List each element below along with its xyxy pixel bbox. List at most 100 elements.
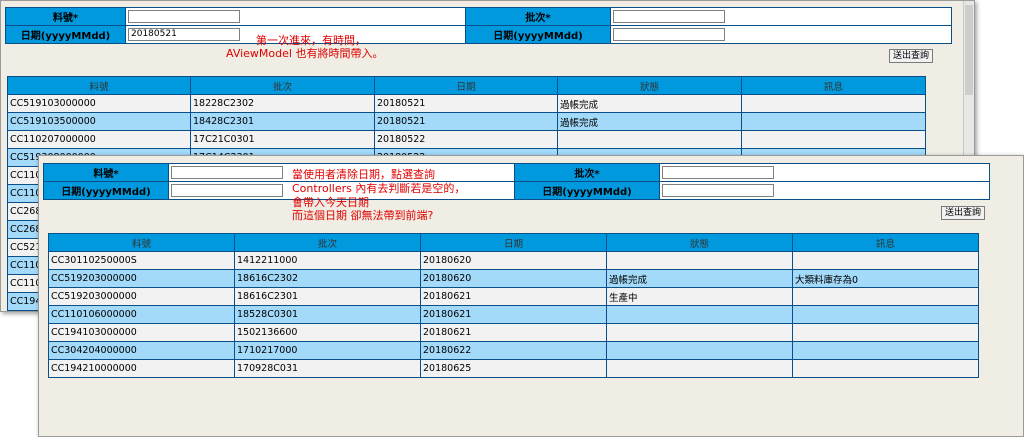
material-cell: CC519103500000 <box>7 112 191 131</box>
status-cell: 過帳完成 <box>606 269 793 288</box>
date-input[interactable]: 20180521 <box>128 28 240 41</box>
batch-cell: 1412211000 <box>234 251 421 270</box>
table-row[interactable]: CC519103500000 18428C2301 20180521 過帳完成 <box>7 112 926 131</box>
message-cell: 大類料庫存為0 <box>792 269 979 288</box>
column-header-date[interactable]: 日期 <box>374 76 558 95</box>
batch-cell: 18428C2301 <box>190 112 375 131</box>
query-form: 料號* 批次* 日期(yyyyMMdd) 日期(yyyyMMdd) <box>43 163 990 200</box>
date-cell: 20180622 <box>420 341 607 360</box>
table-row[interactable]: CC519203000000 18616C2301 20180621 生產中 <box>48 287 979 306</box>
date-cell: 20180522 <box>374 130 558 149</box>
date-cell: 20180621 <box>420 323 607 342</box>
material-cell: CC110106000000 <box>48 305 235 324</box>
annotation-line-3: 會帶入今天日期 <box>292 196 369 209</box>
date-cell: 20180621 <box>420 287 607 306</box>
batch-cell: 18616C2301 <box>234 287 421 306</box>
material-label: 料號* <box>5 7 126 26</box>
column-header-date[interactable]: 日期 <box>420 233 607 252</box>
date-cell: 20180625 <box>420 359 607 378</box>
date-label-2: 日期(yyyyMMdd) <box>514 181 660 200</box>
batch-label: 批次* <box>465 7 611 26</box>
material-cell: CC519203000000 <box>48 287 235 306</box>
date-input[interactable] <box>171 184 283 197</box>
date-label-2: 日期(yyyyMMdd) <box>465 25 611 44</box>
status-cell <box>606 359 793 378</box>
column-header-status[interactable]: 狀態 <box>606 233 793 252</box>
batch-cell: 1710217000 <box>234 341 421 360</box>
date-cell: 20180621 <box>420 305 607 324</box>
table-row[interactable]: CC194210000000 170928C031 20180625 <box>48 359 979 378</box>
batch-cell: 1502136600 <box>234 323 421 342</box>
column-header-message[interactable]: 訊息 <box>792 233 979 252</box>
results-table: 料號 批次 日期 狀態 訊息 CC30110250000S 1412211000 2… <box>48 233 979 378</box>
date-cell: 20180521 <box>374 112 558 131</box>
table-row[interactable]: CC110106000000 18528C0301 20180621 <box>48 305 979 324</box>
material-cell: CC194103000000 <box>48 323 235 342</box>
material-cell: CC519203000000 <box>48 269 235 288</box>
status-cell: 過帳完成 <box>557 94 742 113</box>
scrollbar-thumb[interactable] <box>965 5 973 95</box>
annotation-line-1: 第一次進來，有時間， <box>256 34 366 47</box>
annotation-line-2: AViewModel 也有將時間帶入。 <box>226 47 384 60</box>
date-cell: 20180620 <box>420 269 607 288</box>
message-cell <box>792 323 979 342</box>
material-input[interactable] <box>171 166 283 179</box>
batch-input[interactable] <box>613 10 725 23</box>
batch-cell: 18528C0301 <box>234 305 421 324</box>
submit-query-button[interactable]: 送出查詢 <box>941 206 986 220</box>
table-row[interactable]: CC519103000000 18228C2302 20180521 過帳完成 <box>7 94 926 113</box>
status-cell <box>606 251 793 270</box>
table-row[interactable]: CC30110250000S 1412211000 20180620 <box>48 251 979 270</box>
batch-input[interactable] <box>662 166 774 179</box>
message-cell <box>741 112 926 131</box>
material-cell: CC110207000000 <box>7 130 191 149</box>
query-panel-cleared-date: 料號* 批次* 日期(yyyyMMdd) 日期(yyyyMMdd) 當使用者清除… <box>38 155 1024 437</box>
date-cell: 20180521 <box>374 94 558 113</box>
message-cell <box>741 94 926 113</box>
table-row[interactable]: CC519203000000 18616C2302 20180620 過帳完成 大類料庫… <box>48 269 979 288</box>
column-header-message[interactable]: 訊息 <box>741 76 926 95</box>
date-input-2[interactable] <box>662 184 774 197</box>
message-cell <box>792 305 979 324</box>
table-row[interactable]: CC194103000000 1502136600 20180621 <box>48 323 979 342</box>
annotation-line-4: 而這個日期 卻無法帶到前端? <box>292 209 434 222</box>
batch-cell: 18228C2302 <box>190 94 375 113</box>
table-row[interactable]: CC304204000000 1710217000 20180622 <box>48 341 979 360</box>
material-cell: CC30110250000S <box>48 251 235 270</box>
table-row[interactable]: CC110207000000 17C21C0301 20180522 <box>7 130 926 149</box>
status-cell <box>606 305 793 324</box>
batch-cell: 17C21C0301 <box>190 130 375 149</box>
message-cell <box>792 341 979 360</box>
message-cell <box>792 359 979 378</box>
message-cell <box>741 130 926 149</box>
annotation-line-1: 當使用者清除日期，點選查詢 <box>292 168 435 181</box>
submit-query-button[interactable]: 送出查詢 <box>889 49 934 63</box>
status-cell <box>606 341 793 360</box>
batch-cell: 18616C2302 <box>234 269 421 288</box>
batch-label: 批次* <box>514 163 660 182</box>
material-cell: CC194210000000 <box>48 359 235 378</box>
column-header-batch[interactable]: 批次 <box>190 76 375 95</box>
message-cell <box>792 287 979 306</box>
date-label: 日期(yyyyMMdd) <box>5 25 126 44</box>
annotation-line-2: Controllers 內有去判斷若是空的， <box>292 182 466 195</box>
date-input-2[interactable] <box>613 28 725 41</box>
status-cell: 過帳完成 <box>557 112 742 131</box>
status-cell: 生產中 <box>606 287 793 306</box>
column-header-material[interactable]: 料號 <box>7 76 191 95</box>
status-cell <box>606 323 793 342</box>
column-header-material[interactable]: 料號 <box>48 233 235 252</box>
query-form: 料號* 批次* 日期(yyyyMMdd) 20180521 日期(yyyyMMd… <box>5 7 952 44</box>
material-label: 料號* <box>43 163 169 182</box>
status-cell <box>557 130 742 149</box>
date-label: 日期(yyyyMMdd) <box>43 181 169 200</box>
column-header-status[interactable]: 狀態 <box>557 76 742 95</box>
batch-cell: 170928C031 <box>234 359 421 378</box>
material-cell: CC519103000000 <box>7 94 191 113</box>
material-cell: CC304204000000 <box>48 341 235 360</box>
date-cell: 20180620 <box>420 251 607 270</box>
material-input[interactable] <box>128 10 240 23</box>
message-cell <box>792 251 979 270</box>
results-table-body: CC30110250000S 1412211000 20180620 CC519203… <box>48 251 979 378</box>
column-header-batch[interactable]: 批次 <box>234 233 421 252</box>
